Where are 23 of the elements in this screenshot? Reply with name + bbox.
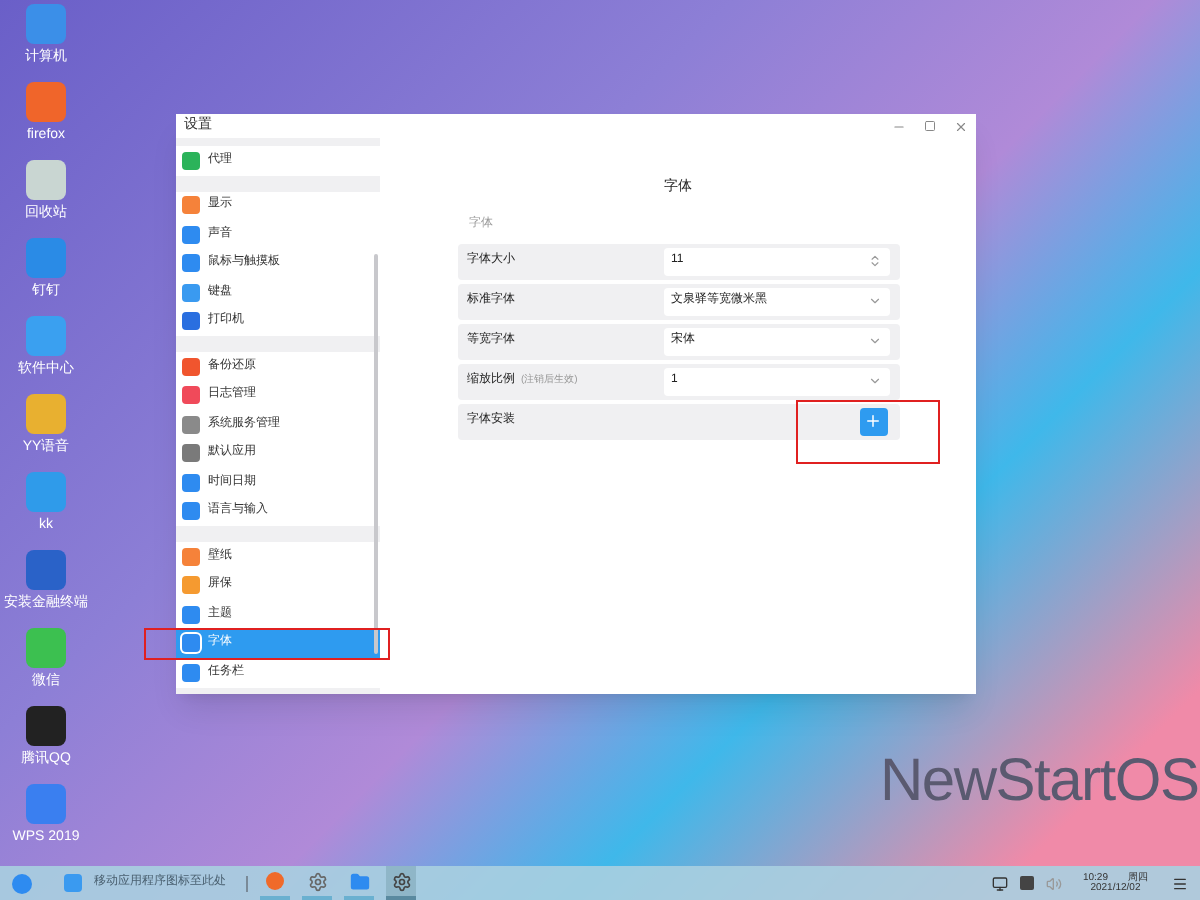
maximize-icon[interactable]: [924, 120, 936, 132]
chevron-down-icon: [867, 334, 881, 348]
taskbar-app[interactable]: [386, 866, 416, 900]
menu-icon[interactable]: [1172, 875, 1188, 891]
close-icon[interactable]: [954, 119, 968, 133]
monitor-icon[interactable]: [992, 875, 1009, 891]
folder-icon: [349, 871, 369, 891]
spin-arrows-icon[interactable]: [867, 252, 881, 270]
chevron-down-icon: [867, 374, 881, 388]
wallpaper-text: NewStartOS: [880, 746, 1199, 818]
highlight-frame: [796, 400, 940, 464]
settings-icon: [391, 871, 411, 891]
browser-app-icon: [266, 872, 284, 890]
scrollbar[interactable]: [374, 254, 378, 654]
plus-icon: [864, 412, 882, 430]
gear-icon: [307, 871, 327, 891]
desktop-app-icon[interactable]: [26, 160, 66, 200]
show-desktop-icon[interactable]: [64, 874, 82, 892]
launcher-icon[interactable]: [12, 873, 32, 893]
volume-icon[interactable]: [1046, 875, 1063, 891]
chevron-down-icon: [867, 294, 881, 308]
add-button[interactable]: [859, 407, 887, 435]
desktop-app-icon[interactable]: [25, 706, 66, 746]
